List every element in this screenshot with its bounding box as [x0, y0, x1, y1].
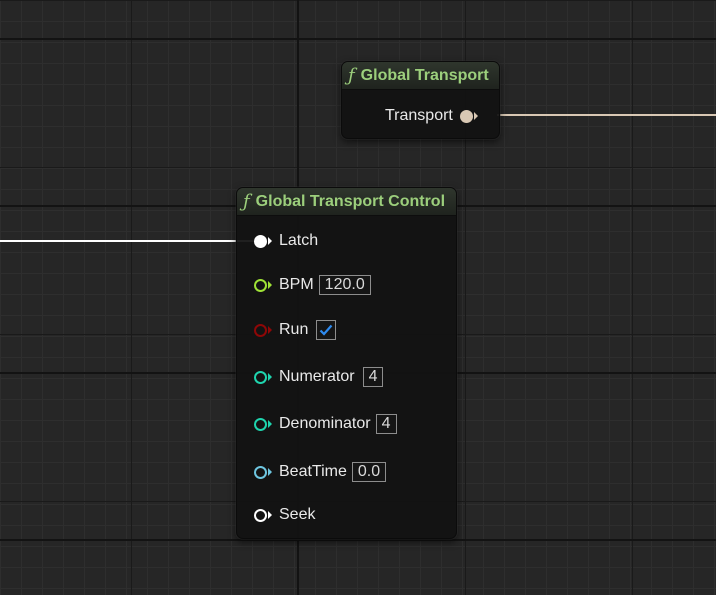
pin-label: BeatTime — [279, 463, 347, 480]
node-title: Global Transport Control — [255, 192, 446, 210]
pin-arrow-icon — [268, 237, 272, 245]
node-header[interactable]: ƒ Global Transport — [342, 62, 499, 90]
bpm-pin[interactable]: BPM 120.0 — [254, 274, 371, 296]
node-title: Global Transport — [360, 66, 489, 84]
beattime-input[interactable]: 0.0 — [351, 462, 387, 482]
pin-label: Transport — [385, 107, 453, 124]
seek-pin[interactable]: Seek — [254, 504, 315, 526]
pin-label: Latch — [279, 232, 319, 249]
pin-arrow-icon — [268, 511, 272, 519]
pin-arrow-icon — [268, 468, 272, 476]
check-icon — [320, 324, 333, 336]
run-pin[interactable]: Run — [254, 319, 337, 341]
grid-major-line-horizontal — [0, 539, 716, 541]
beattime-pin[interactable]: BeatTime 0.0 — [254, 461, 387, 483]
pin-label: Seek — [279, 506, 316, 523]
pin-arrow-icon — [268, 281, 272, 289]
pin-arrow-icon — [268, 326, 272, 334]
node-header[interactable]: ƒ Global Transport Control — [237, 188, 456, 216]
int-pin-icon[interactable] — [254, 370, 267, 384]
latch-exec-wire[interactable] — [0, 240, 256, 242]
numerator-pin[interactable]: Numerator 4 — [254, 366, 384, 388]
global-transport-node[interactable]: ƒ Global Transport Transport — [341, 61, 500, 139]
transport-pin-icon[interactable] — [459, 109, 473, 123]
pin-label: BPM — [279, 276, 314, 293]
numerator-input[interactable]: 4 — [362, 367, 384, 387]
latch-pin[interactable]: Latch — [254, 230, 318, 252]
transport-wire[interactable] — [497, 114, 716, 116]
exec-pin-icon[interactable] — [254, 508, 267, 522]
global-transport-control-node[interactable]: ƒ Global Transport Control Latch BPM 120… — [236, 187, 457, 539]
pin-label: Numerator — [279, 368, 355, 385]
pin-label: Denominator — [279, 415, 371, 432]
int-pin-icon[interactable] — [254, 417, 267, 431]
run-checkbox[interactable] — [316, 320, 337, 340]
function-icon: ƒ — [348, 65, 355, 86]
denominator-input[interactable]: 4 — [375, 414, 397, 434]
pin-label: Run — [279, 321, 309, 338]
function-icon: ƒ — [243, 191, 250, 212]
exec-pin-icon[interactable] — [254, 234, 267, 248]
transport-output-pin[interactable]: Transport — [385, 105, 478, 127]
float-pin-icon[interactable] — [254, 278, 267, 292]
bpm-input[interactable]: 120.0 — [318, 275, 371, 295]
grid-major-line-horizontal — [0, 38, 716, 40]
pin-arrow-icon — [268, 373, 272, 381]
bool-pin-icon[interactable] — [254, 323, 267, 337]
pin-arrow-icon — [268, 420, 272, 428]
time-pin-icon[interactable] — [254, 465, 267, 479]
pin-arrow-icon — [473, 112, 478, 120]
denominator-pin[interactable]: Denominator 4 — [254, 413, 397, 435]
